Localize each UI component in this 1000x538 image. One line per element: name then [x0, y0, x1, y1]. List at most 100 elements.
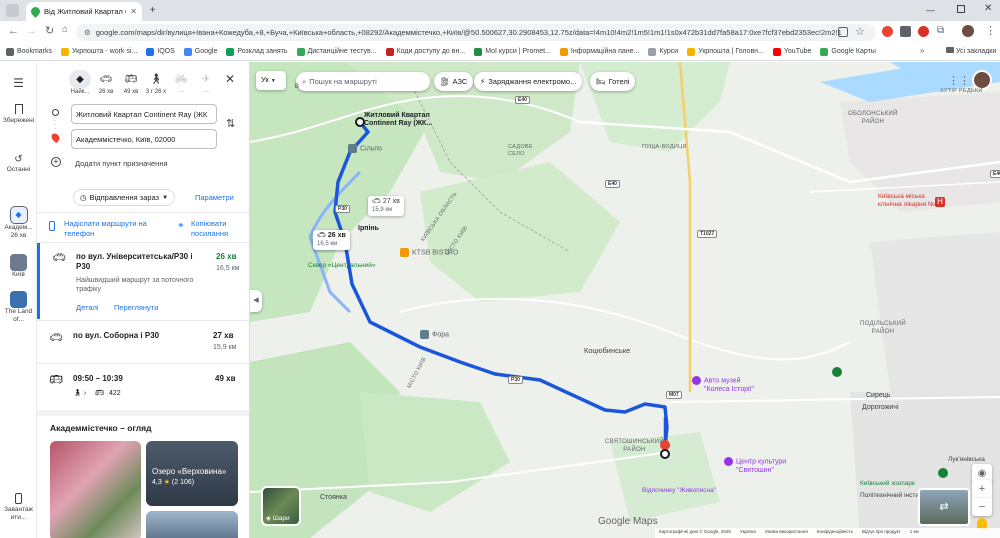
map-place-fora[interactable]: Фора — [420, 330, 449, 339]
recent-academ-item[interactable]: ◆ Академ... 26 хв — [0, 206, 37, 240]
mode-bike[interactable]: 🚲︎ — — [170, 70, 192, 95]
mode-transit[interactable]: 🚌︎ 49 хв — [120, 70, 142, 95]
swap-icon[interactable]: ⇅ — [226, 117, 235, 130]
chip-ev-charging[interactable]: ⚡︎ Заряджання електромо... — [474, 72, 583, 91]
tab-search-button[interactable] — [6, 4, 19, 17]
bookmark-item[interactable]: Коди доступу до вн... — [385, 47, 465, 56]
add-destination-icon[interactable]: + — [51, 157, 61, 167]
recent-kyiv-item[interactable]: Київ — [0, 254, 37, 279]
mode-flight[interactable]: ✈︎ — — [195, 70, 217, 95]
overview-card-lake[interactable]: Озеро «Верховина» 4,3 ★ (2 106) — [146, 441, 238, 506]
bookmark-item[interactable]: Bookmarks — [6, 47, 52, 56]
mode-best[interactable]: ◆ Найк... — [69, 70, 91, 95]
copy-links-button[interactable]: Копіювати посилання — [191, 219, 247, 239]
route-option-selected[interactable]: 🚗︎ по вул. Університетська/Р30 і Р30 26 … — [37, 243, 249, 319]
route-search-box[interactable]: ⌕ Пошук на маршруті — [296, 72, 430, 91]
recent-button[interactable]: ↺ Останні — [0, 154, 37, 174]
account-avatar[interactable] — [972, 70, 992, 90]
mode-label: Найк... — [70, 89, 90, 95]
bookmark-item[interactable]: Мої курси | Promet... — [474, 47, 551, 56]
bookmark-item[interactable]: YouTube — [772, 47, 811, 56]
options-button[interactable]: Параметри — [195, 193, 234, 202]
chip-gas-stations[interactable]: ⛽︎ АЗС — [434, 72, 474, 91]
zoom-in-button[interactable]: + — [972, 480, 992, 498]
overview-photo[interactable] — [50, 441, 141, 538]
map-canvas[interactable]: Ук ▼ ⌕ Пошук на маршруті ⛽︎ АЗС ⚡︎ Заряджа… — [250, 62, 1000, 538]
menu-icon[interactable]: ☰ — [0, 76, 37, 90]
browser-tab-active[interactable]: Від Житловий Квартал Continen ✕ — [26, 2, 142, 21]
reload-icon[interactable]: ↻ — [45, 24, 54, 37]
bookmark-item[interactable]: IQOS — [146, 47, 175, 56]
all-bookmarks-folder[interactable]: Усі закладки — [946, 47, 996, 55]
new-tab-button[interactable]: + — [146, 4, 159, 17]
overview-photo-2[interactable] — [146, 511, 238, 538]
footer-scale[interactable]: 1 км — [910, 529, 919, 537]
add-destination-button[interactable]: Додати пункт призначення — [75, 159, 168, 168]
street-view-thumbnail[interactable]: ⇄ — [918, 488, 970, 526]
destination-input[interactable]: Академмістечко, Київ, 02000 — [71, 129, 217, 149]
back-icon[interactable]: ← — [8, 25, 19, 37]
home-icon[interactable]: ⌂ — [62, 24, 68, 35]
install-app-icon[interactable] — [838, 27, 848, 37]
apps-grid-icon[interactable]: ⋮⋮ — [948, 74, 970, 87]
minimize-window-icon[interactable]: — — [926, 5, 935, 15]
tab-close-icon[interactable]: ✕ — [130, 7, 137, 16]
extension-icon[interactable] — [900, 26, 911, 37]
footer-privacy[interactable]: Конфіденційність — [817, 529, 853, 537]
mode-car[interactable]: 🚗︎ 26 хв — [95, 70, 117, 95]
map-place-skver[interactable]: Сквер «Центральний» — [308, 262, 375, 269]
bookmark-item[interactable]: Укрпошта | Головн... — [687, 47, 764, 56]
saved-button[interactable]: Збережені — [0, 104, 37, 125]
send-to-phone-button[interactable]: Надіслати маршрути на телефон — [64, 219, 164, 239]
address-bar[interactable]: ⚙ google.com/maps/dir/вулиця+Івана+Кожед… — [76, 24, 876, 41]
bookmark-item[interactable]: Дистанційне тестув... — [296, 47, 377, 56]
map-place-irpin[interactable]: Ірпінь — [358, 225, 379, 232]
map-footer: Картографічні дані © Google, 2025 Україн… — [655, 528, 1000, 538]
transit-option[interactable]: 🚌︎ 09:50 – 10:39 49 хв 🚶︎ › 🚌︎ 422 — [37, 364, 249, 408]
browser-menu-icon[interactable]: ⋮ — [985, 24, 996, 37]
extension-red-icon[interactable] — [918, 26, 929, 37]
origin-input[interactable]: Житловий Квартал Continent Ray (ЖК — [71, 104, 217, 124]
extensions-puzzle-icon[interactable]: ⧉ — [937, 25, 944, 36]
chip-hotels[interactable]: 🛏︎ Готелі — [590, 72, 636, 91]
footer-terms[interactable]: Умови використання — [765, 529, 808, 537]
bookmark-item[interactable]: Укрпошта - work si... — [61, 47, 137, 56]
bookmarks-more-icon[interactable]: » — [920, 46, 924, 55]
map-place-zoo[interactable]: Київський зоопарк — [860, 480, 915, 487]
close-window-icon[interactable]: ✕ — [984, 3, 992, 14]
bookmark-item[interactable]: Google Карты — [820, 47, 876, 56]
map-place-museum[interactable]: Авто музей "Колеса Історії" — [692, 376, 754, 394]
map-place-hospital[interactable]: Київська міська клінічна лікарня №8 — [878, 193, 939, 209]
route-callout-alt[interactable]: 🚗︎ 27 хв 15,9 км — [368, 196, 404, 217]
depart-now-dropdown[interactable]: ◷ Відправлення зараз ▼ — [73, 189, 176, 206]
footer-feedback[interactable]: Відгук про продукт — [862, 529, 901, 537]
bookmark-item[interactable]: Інформаційна пане... — [559, 47, 639, 56]
close-directions-icon[interactable]: ✕ — [225, 72, 235, 86]
recent-land-item[interactable]: The Land of... — [0, 291, 37, 324]
download-app-button[interactable]: Завантаж ити... — [0, 493, 37, 522]
footer-country[interactable]: Україна — [740, 529, 756, 537]
route-search-placeholder: Пошук на маршруті — [309, 77, 377, 86]
mode-walk[interactable]: 🚶︎ 3 г 26 х — [145, 70, 167, 95]
bookmark-item[interactable]: Курси — [648, 47, 678, 56]
map-place-silpo[interactable]: Сільпо — [348, 144, 382, 153]
maximize-window-icon[interactable] — [957, 5, 965, 13]
extension-translate-icon[interactable] — [882, 26, 893, 37]
site-info-icon[interactable]: ⚙ — [84, 28, 91, 37]
collapse-panel-button[interactable]: ◀ — [250, 290, 262, 312]
route-callout-primary[interactable]: 🚗︎ 26 хв 16,5 км — [313, 230, 350, 251]
route-details-link[interactable]: Деталі — [76, 303, 99, 312]
zoom-out-button[interactable]: − — [972, 498, 992, 516]
layers-button[interactable]: ◈ Шари — [261, 486, 301, 526]
profile-avatar[interactable] — [962, 25, 974, 37]
bookmark-star-icon[interactable]: ☆ — [855, 25, 865, 38]
language-selector[interactable]: Ук ▼ — [256, 71, 286, 90]
route-preview-link[interactable]: Переглянути — [114, 303, 158, 312]
forward-icon[interactable]: → — [26, 25, 37, 37]
map-place-zhyvopysna[interactable]: Відпочинку "Живописна" — [642, 487, 716, 494]
route-note: Найшвидший маршрут за поточного трафіку — [76, 277, 194, 294]
map-place-culture[interactable]: Центр культури "Святошин" — [724, 457, 786, 475]
bookmark-item[interactable]: Розклад занять — [226, 47, 288, 56]
route-option[interactable]: 🚗︎ по вул. Соборна і Р30 27 хв 15,9 км — [37, 321, 249, 365]
bookmark-item[interactable]: Google — [183, 47, 217, 56]
